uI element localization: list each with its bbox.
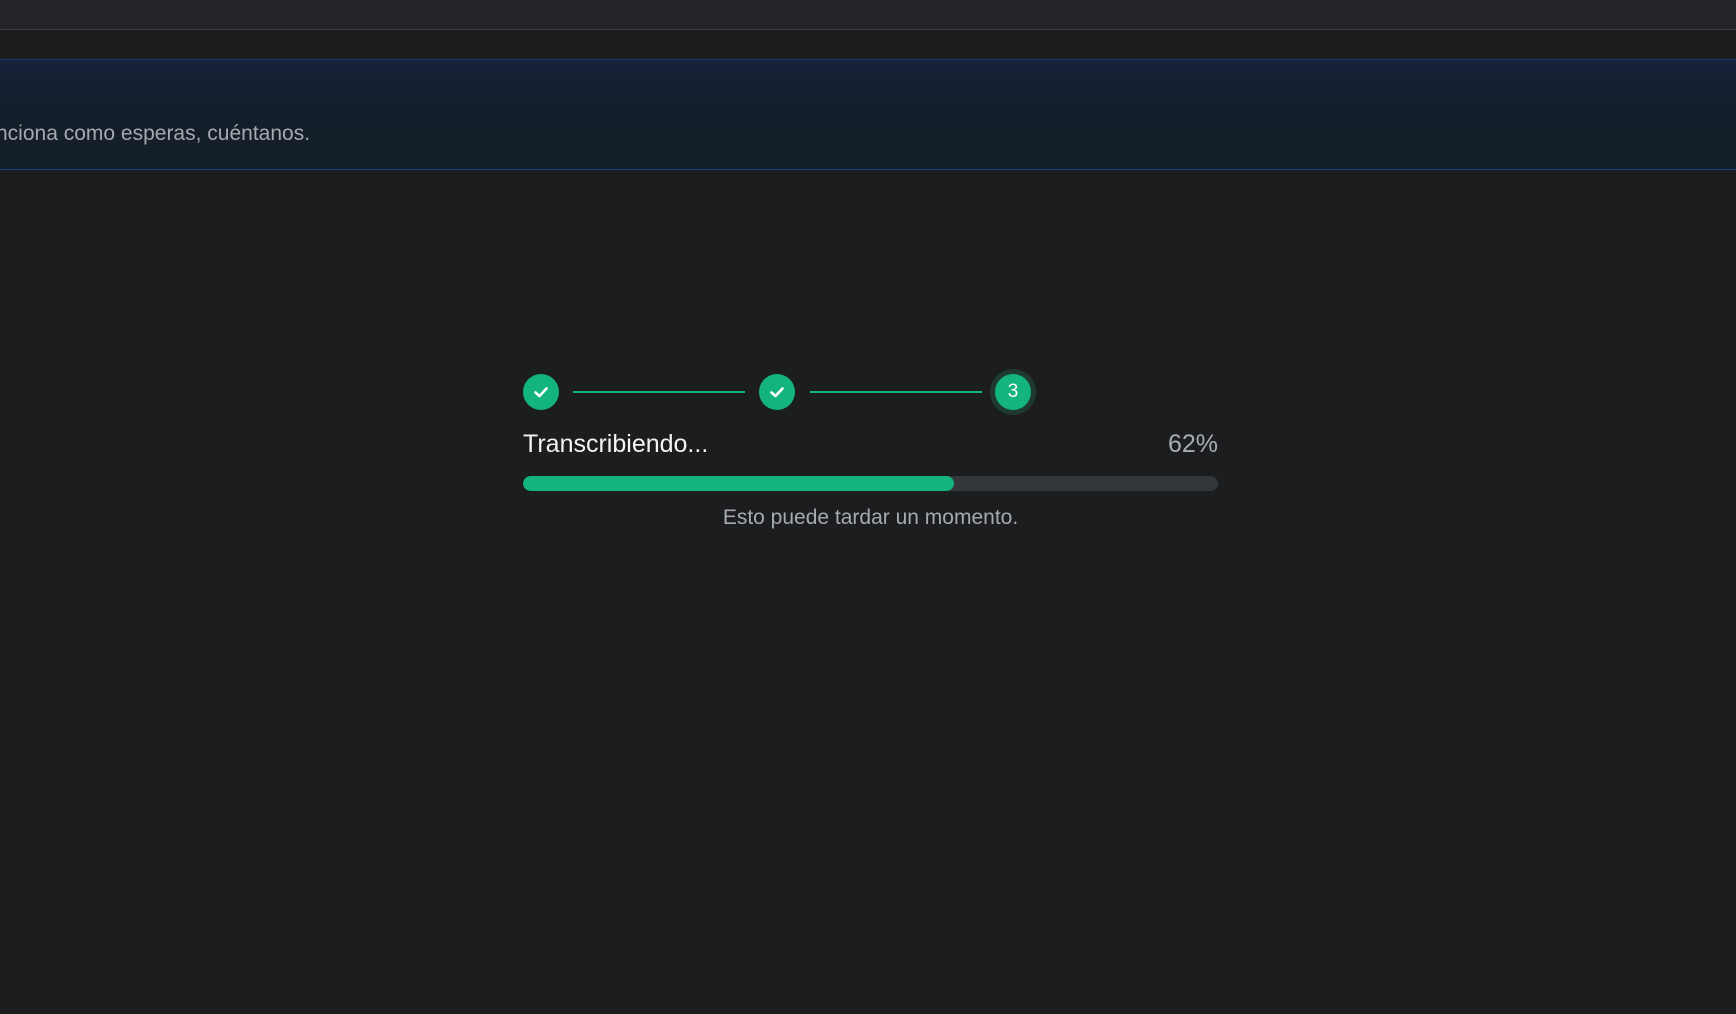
progress-hint: Esto puede tardar un momento.	[722, 506, 1019, 529]
info-banner: nciona como esperas, cuéntanos.	[0, 59, 1736, 170]
status-row: Transcribiendo... 62%	[523, 426, 1218, 466]
progress-bar-fill	[523, 476, 954, 491]
progress-bar-track	[523, 476, 1218, 491]
step-3-active: 3	[995, 374, 1031, 410]
banner-message: nciona como esperas, cuéntanos.	[0, 122, 311, 145]
status-label: Transcribiendo...	[523, 430, 709, 458]
step-connector-2	[810, 391, 982, 393]
step-connector-1	[573, 391, 745, 393]
check-icon	[534, 387, 548, 398]
stepper: 3	[523, 364, 1218, 420]
top-toolbar	[0, 0, 1736, 30]
progress-percent: 62%	[1167, 430, 1218, 458]
check-icon	[770, 387, 784, 398]
step-1-complete	[523, 374, 559, 410]
transcription-progress: 3 Transcribiendo... 62% Esto puede tarda…	[523, 364, 1218, 530]
step-3-number: 3	[1007, 381, 1019, 402]
step-2-complete	[759, 374, 795, 410]
